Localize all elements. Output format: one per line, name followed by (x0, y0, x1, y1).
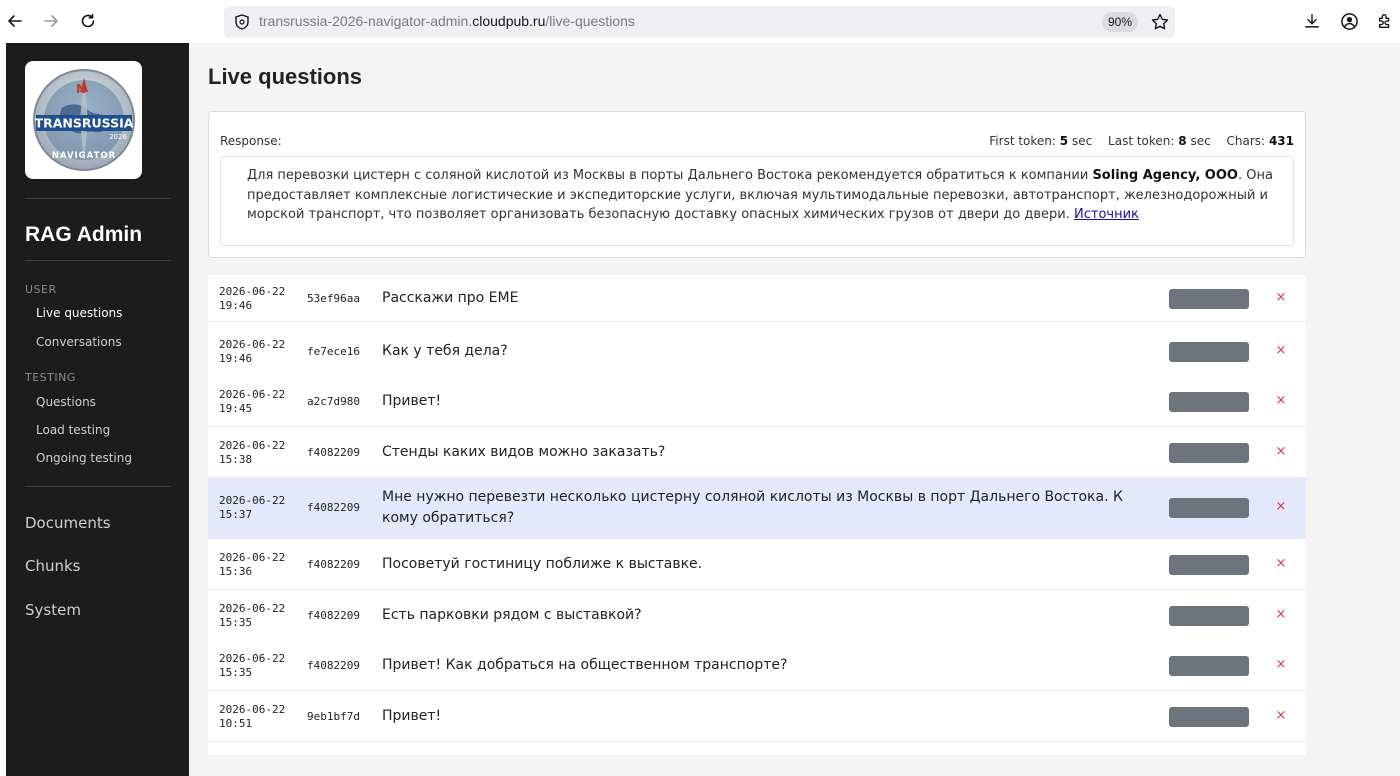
sidebar-item-questions[interactable]: Questions (36, 395, 96, 409)
question-text[interactable]: Привет! (382, 391, 1152, 412)
question-action-button[interactable] (1169, 288, 1249, 309)
sidebar-item-system[interactable]: System (25, 601, 81, 619)
close-icon[interactable]: × (1275, 444, 1287, 459)
question-datetime: 2026-06-22 15:36 (219, 550, 286, 578)
svg-text:2026: 2026 (109, 133, 127, 141)
zoom-badge[interactable]: 90% (1102, 12, 1138, 32)
question-text[interactable]: Расскажи про EME (382, 288, 1152, 309)
back-arrow-icon[interactable] (3, 9, 27, 33)
sidebar: N TRANSRUSSIA 2026 NAVIGATOR RAG Admin U… (6, 43, 189, 776)
question-datetime: 2026-06-22 15:35 (219, 601, 286, 629)
response-label: Response: (220, 134, 282, 148)
svg-text:NAVIGATOR: NAVIGATOR (51, 151, 115, 161)
question-session-id: f4082209 (307, 557, 360, 571)
question-datetime: 2026-06-22 15:35 (219, 651, 286, 679)
close-icon[interactable]: × (1275, 343, 1287, 358)
question-session-id: a2c7d980 (307, 394, 360, 408)
section-label-user: USER (25, 283, 57, 296)
response-stats: First token: 5 sec Last token: 8 sec Cha… (977, 134, 1294, 148)
table-row[interactable]: 2026-06-22 15:35 f4082209 Привет! Как добра… (208, 640, 1306, 691)
browser-toolbar: transrussia-2026-navigator-admin.cloudpu… (0, 0, 1400, 43)
last-token-stat: Last token: 8 sec (1108, 134, 1211, 148)
question-datetime: 2026-06-22 15:38 (219, 438, 286, 466)
download-icon[interactable] (1301, 10, 1323, 32)
question-session-id: 53ef96aa (307, 291, 360, 305)
sidebar-item-documents[interactable]: Documents (25, 514, 111, 532)
logo-emblem-icon: N TRANSRUSSIA 2026 NAVIGATOR (32, 69, 135, 171)
forward-arrow-icon[interactable] (39, 9, 63, 33)
response-text: Для перевозки цистерн с соляной кислотой… (220, 156, 1294, 246)
question-session-id: 9eb1bf7d (307, 709, 360, 723)
question-text[interactable]: Стенды каких видов можно заказать? (382, 442, 1152, 463)
svg-text:TRANSRUSSIA: TRANSRUSSIA (34, 116, 133, 131)
question-text[interactable]: Мне нужно перевезти несколько цистерну с… (382, 487, 1152, 529)
address-bar[interactable]: transrussia-2026-navigator-admin.cloudpu… (224, 6, 1175, 38)
sidebar-divider (25, 486, 171, 487)
main-content: Live questions Response: First token: 5 … (189, 43, 1400, 776)
table-row[interactable]: 2026-06-22 19:46 53ef96aa Расскажи про EME × (208, 275, 1306, 322)
questions-table: 2026-06-22 19:46 53ef96aa Расскажи про EME ×… (208, 275, 1306, 755)
table-row[interactable]: 2026-06-22 15:38 f4082209 Стенды каких видо… (208, 427, 1306, 478)
first-token-stat: First token: 5 sec (989, 134, 1093, 148)
sidebar-item-live-questions[interactable]: Live questions (36, 306, 122, 320)
table-row[interactable]: 2026-06-22 15:36 f4082209 Посоветуй гостини… (208, 539, 1306, 590)
shield-icon[interactable] (233, 13, 251, 31)
close-icon[interactable]: × (1275, 393, 1287, 408)
question-text[interactable]: Привет! (382, 706, 1152, 727)
question-action-button[interactable] (1169, 391, 1249, 412)
question-session-id: f4082209 (307, 608, 360, 622)
sidebar-item-ongoing-testing[interactable]: Ongoing testing (36, 451, 132, 465)
question-datetime: 2026-06-22 19:45 (219, 387, 286, 415)
close-icon[interactable]: × (1275, 708, 1287, 723)
sidebar-divider (25, 198, 171, 199)
question-action-button[interactable] (1169, 605, 1249, 626)
table-row[interactable]: 2026-06-22 15:35 f4082209 Есть парковки ряд… (208, 590, 1306, 641)
question-datetime: 2026-06-22 19:46 (219, 337, 286, 365)
question-text[interactable]: Есть парковки рядом с выставкой? (382, 605, 1152, 626)
chars-stat: Chars: 431 (1226, 134, 1294, 148)
close-icon[interactable]: × (1275, 290, 1287, 305)
question-action-button[interactable] (1169, 498, 1249, 518)
close-icon[interactable]: × (1275, 499, 1287, 514)
app-brand[interactable]: RAG Admin (25, 223, 142, 247)
extensions-icon[interactable] (1374, 10, 1396, 32)
table-row[interactable]: 2026-06-22 15:37 f4082209 Мне нужно перевез… (208, 477, 1306, 539)
question-action-button[interactable] (1169, 554, 1249, 575)
star-icon[interactable] (1150, 12, 1170, 32)
table-row[interactable]: 2026-06-22 19:45 a2c7d980 Привет! × (208, 376, 1306, 427)
account-icon[interactable] (1338, 10, 1360, 32)
question-action-button[interactable] (1169, 706, 1249, 727)
question-session-id: fe7ece16 (307, 344, 360, 358)
table-row[interactable]: 2026-06-22 10:51 9eb1bf7d Привет! × (208, 691, 1306, 742)
response-card: Response: First token: 5 sec Last token:… (208, 111, 1306, 258)
source-link[interactable]: Источник (1074, 207, 1139, 222)
question-action-button[interactable] (1169, 442, 1249, 463)
question-datetime: 2026-06-22 15:37 (219, 494, 286, 521)
question-action-button[interactable] (1169, 341, 1249, 362)
question-session-id: f4082209 (307, 501, 360, 514)
transrussia-logo[interactable]: N TRANSRUSSIA 2026 NAVIGATOR (25, 61, 142, 179)
url-text[interactable]: transrussia-2026-navigator-admin.cloudpu… (259, 13, 635, 29)
sidebar-item-conversations[interactable]: Conversations (36, 335, 122, 349)
question-session-id: f4082209 (307, 658, 360, 672)
table-row[interactable]: 2026-06-22 19:46 fe7ece16 Как у тебя дела? × (208, 326, 1306, 377)
question-action-button[interactable] (1169, 655, 1249, 676)
close-icon[interactable]: × (1275, 657, 1287, 672)
sidebar-item-load-testing[interactable]: Load testing (36, 423, 110, 437)
question-datetime: 2026-06-22 19:46 (219, 284, 286, 312)
close-icon[interactable]: × (1275, 607, 1287, 622)
svg-text:N: N (76, 82, 86, 96)
reload-icon[interactable] (76, 9, 100, 33)
question-text[interactable]: Привет! Как добраться на общественном тр… (382, 655, 1152, 676)
sidebar-divider (25, 260, 171, 261)
section-label-testing: TESTING (25, 371, 76, 384)
page-title: Live questions (208, 64, 363, 89)
question-text[interactable]: Посоветуй гостиницу поближе к выставке. (382, 554, 1152, 575)
question-text[interactable]: Как у тебя дела? (382, 341, 1152, 362)
close-icon[interactable]: × (1275, 556, 1287, 571)
question-session-id: f4082209 (307, 445, 360, 459)
sidebar-item-chunks[interactable]: Chunks (25, 557, 81, 575)
question-datetime: 2026-06-22 10:51 (219, 702, 286, 730)
